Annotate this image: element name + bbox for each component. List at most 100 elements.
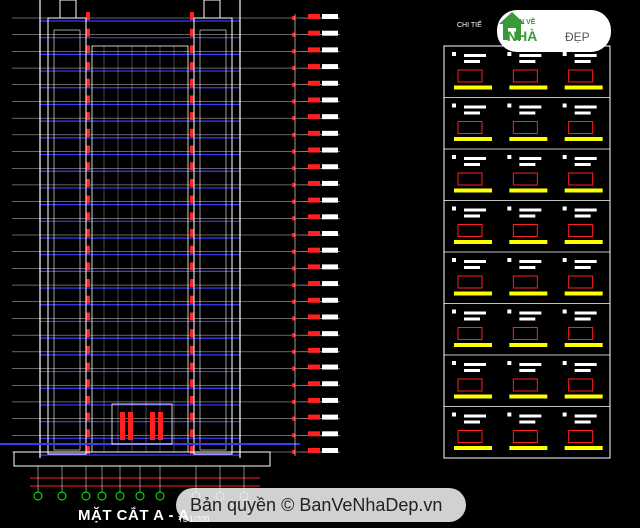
detail-note-line [574,266,591,269]
column-mark [86,329,90,338]
level-marker [308,147,320,153]
detail-note-line [519,363,542,366]
edge-mark [292,132,295,137]
detail-caption-bar [564,137,603,141]
roof-right [203,0,221,19]
detail-number [452,206,456,211]
central-bay [91,45,189,453]
detail-number [562,103,567,108]
level-tag [322,264,338,270]
column-mark [190,145,194,154]
column-mark [190,178,194,187]
copyright-watermark: Bản quyền © BanVeNhaDep.vn [176,488,466,522]
level-tag [322,180,338,186]
detail-note-line [574,214,591,218]
column-mark [86,312,90,321]
column-mark [86,178,90,187]
level-marker [308,47,320,53]
level-tag [322,14,338,19]
detail-drawing [457,275,483,289]
detail-note-line [574,54,597,57]
detail-note-line [464,311,486,315]
detail-note-line [519,311,542,315]
detail-note-line [464,420,480,424]
column-mark [86,95,90,104]
column-mark [86,395,90,404]
column-mark [86,362,90,371]
axis-bubble [81,491,91,501]
level-tag [322,30,338,36]
logo-right-text: ĐẸP [565,30,590,44]
detail-note-line [464,163,480,166]
edge-mark [292,283,295,288]
level-marker [308,180,320,186]
detail-note-line [574,363,597,366]
detail-note-line [519,420,536,424]
level-tag [322,197,338,203]
left-core-inner [53,29,81,451]
detail-drawing [568,172,594,186]
edge-mark [292,82,295,87]
level-marker [308,347,320,353]
detail-note-line [519,60,536,63]
right-core-inner [199,29,227,451]
detail-number [507,412,512,417]
detail-note-line [519,111,536,115]
edge-mark [292,216,295,221]
edge-mark [292,399,295,404]
detail-number [452,103,456,108]
column-mark [190,345,194,354]
level-tag [322,381,338,387]
column-mark [86,412,90,421]
column-mark [86,212,90,221]
level-tag [322,448,338,453]
detail-caption-bar [509,343,548,347]
detail-note-line [464,260,486,263]
detail-note-line [464,105,486,109]
detail-drawing [457,430,483,443]
column-mark [86,112,90,121]
column-mark [86,145,90,154]
detail-drawing [568,69,594,83]
column-mark [86,446,90,454]
logo-main-text: NHÀ [507,28,538,44]
detail-caption-bar [509,240,548,244]
cad-drawing-canvas[interactable]: MẶT CẮT A - A TL 1/200 CHI TIẾ BẢN VẼ NH… [0,0,640,528]
detail-drawing [568,430,594,443]
detail-drawing [568,378,594,392]
detail-note-line [519,105,542,109]
column-mark [190,28,194,37]
detail-note-line [574,163,591,166]
level-tag [322,364,338,370]
column-mark [190,429,194,438]
brand-logo[interactable]: BẢN VẼ NHÀ ĐẸP [497,10,611,52]
section-title: MẶT CẮT A - A [78,507,190,524]
detail-panel-title: CHI TIẾ [457,22,482,29]
detail-drawing [512,378,538,392]
detail-number [562,52,567,56]
detail-note-line [574,414,597,418]
detail-note-line [574,317,591,321]
edge-mark [292,49,295,54]
roof-left [59,0,77,19]
detail-note-line [574,260,597,263]
column-mark [86,12,90,20]
edge-mark [292,32,295,37]
detail-note-line [519,414,542,418]
detail-note-line [519,208,542,212]
column-mark [86,162,90,171]
detail-caption-bar [564,394,603,399]
column-mark [86,78,90,87]
level-tag [322,64,338,70]
axis-bubble [155,491,165,501]
level-marker [308,14,320,19]
detail-note-line [574,105,597,109]
detail-number [507,258,512,262]
detail-drawing [512,69,538,83]
level-marker [308,97,320,103]
detail-number [562,412,567,417]
level-marker [308,397,320,403]
edge-mark [292,333,295,338]
column-mark [190,362,194,371]
detail-caption-bar [509,446,548,450]
